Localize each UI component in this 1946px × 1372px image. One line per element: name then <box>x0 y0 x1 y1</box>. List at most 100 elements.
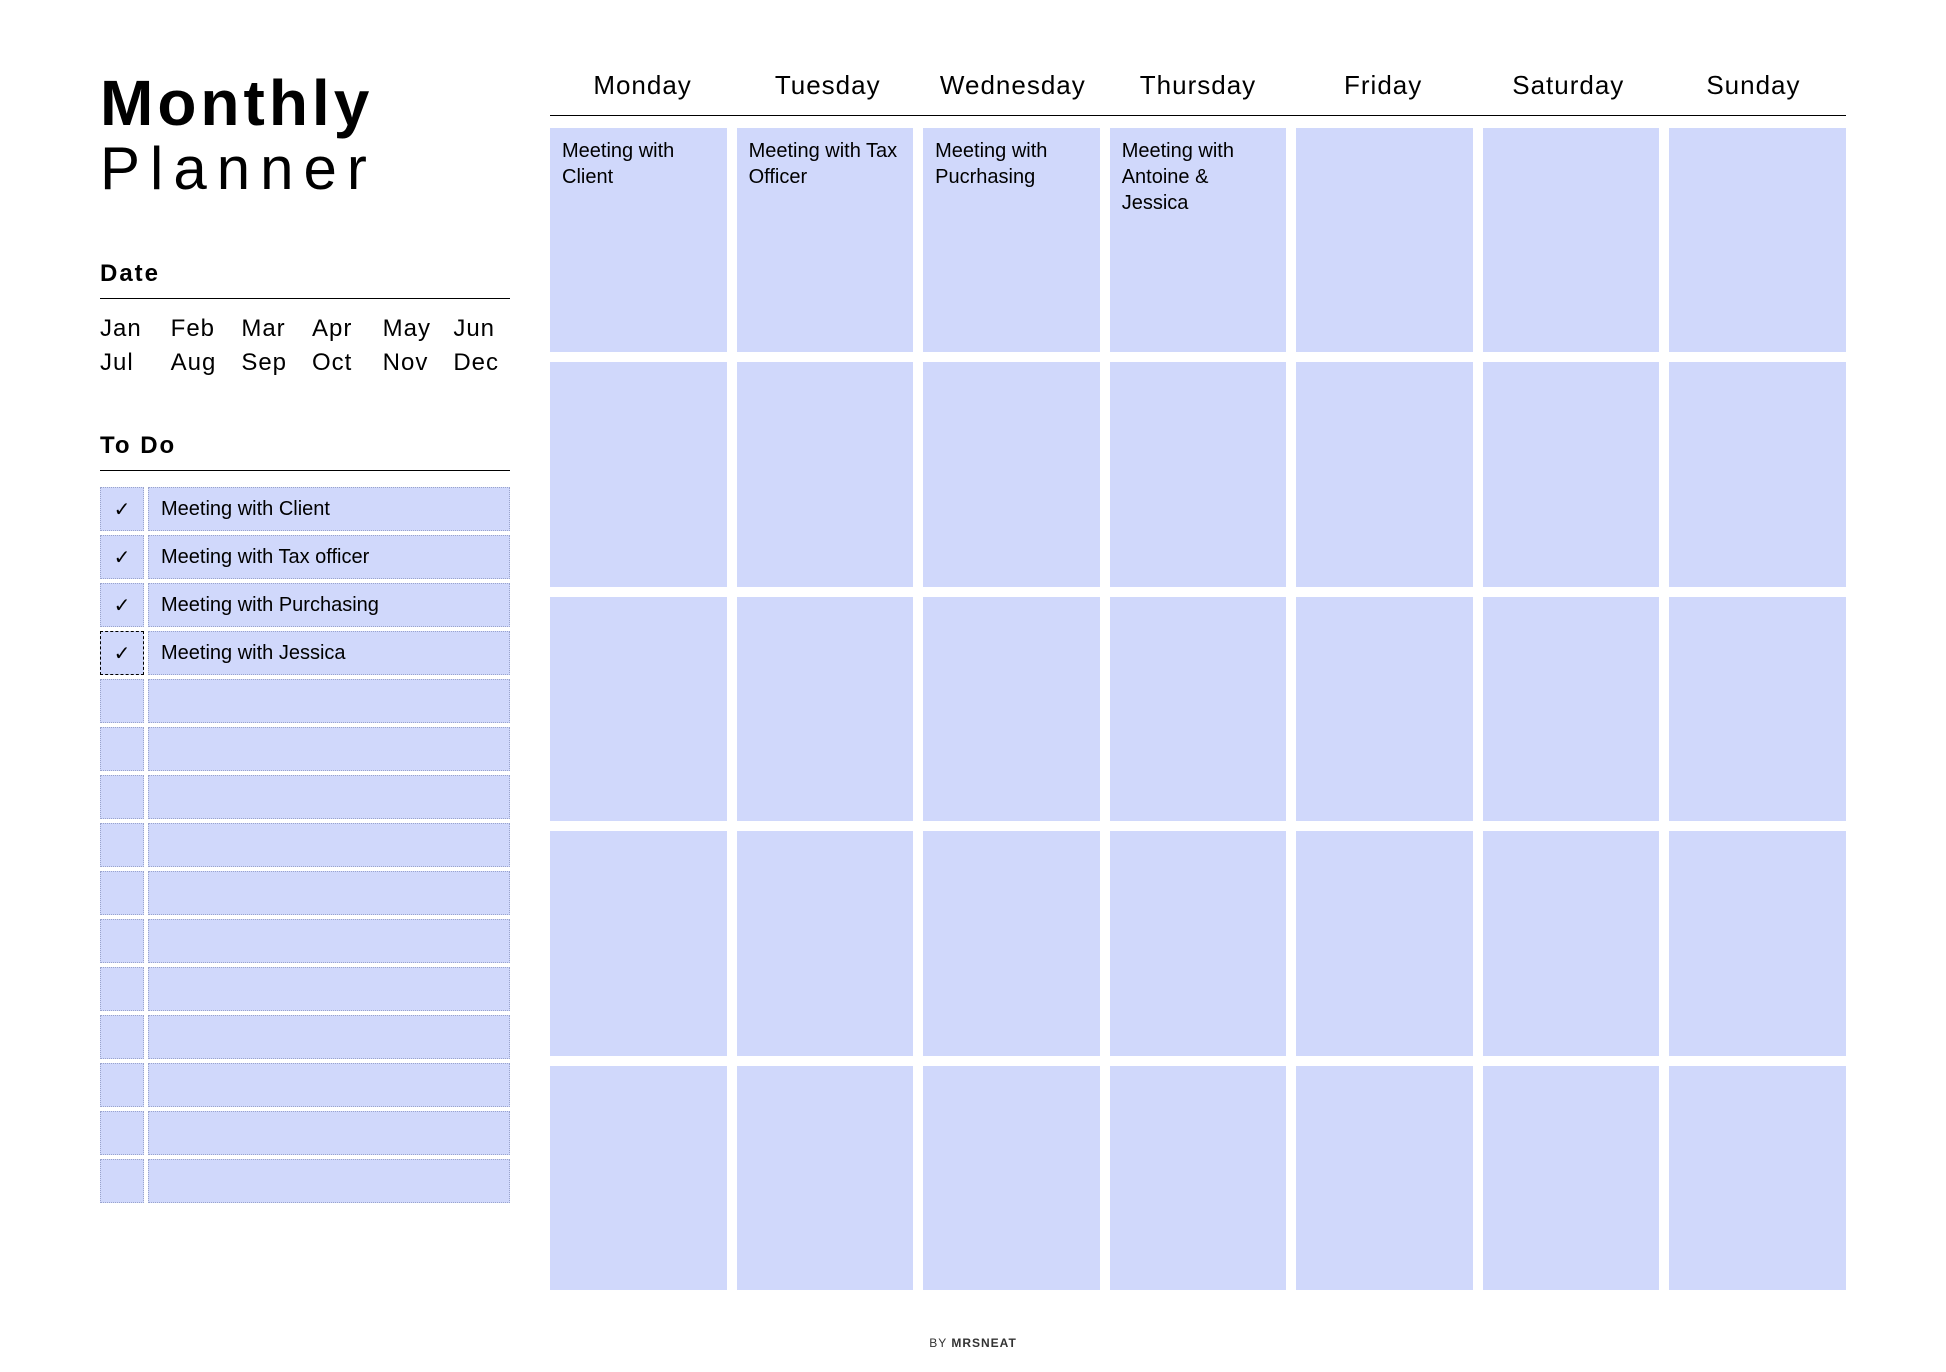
todo-text[interactable]: Meeting with Purchasing <box>148 583 510 627</box>
todo-text[interactable] <box>148 919 510 963</box>
todo-checkbox[interactable]: ✓ <box>100 535 144 579</box>
month-aug[interactable]: Aug <box>171 349 228 377</box>
day-header: Sunday <box>1661 70 1846 101</box>
todo-text[interactable] <box>148 1063 510 1107</box>
todo-list: ✓Meeting with Client✓Meeting with Tax of… <box>100 487 510 1203</box>
calendar-cell[interactable] <box>1296 362 1473 586</box>
todo-checkbox[interactable] <box>100 1063 144 1107</box>
todo-checkbox[interactable]: ✓ <box>100 631 144 675</box>
todo-text[interactable]: Meeting with Jessica <box>148 631 510 675</box>
calendar-cell[interactable] <box>1296 1066 1473 1290</box>
month-oct[interactable]: Oct <box>312 349 369 377</box>
calendar-cell[interactable] <box>1296 128 1473 352</box>
todo-text[interactable] <box>148 727 510 771</box>
todo-checkbox[interactable]: ✓ <box>100 487 144 531</box>
todo-checkbox[interactable] <box>100 823 144 867</box>
calendar-grid: Meeting with ClientMeeting with Tax Offi… <box>550 128 1846 1290</box>
calendar-cell[interactable]: Meeting with Pucrhasing <box>923 128 1100 352</box>
todo-label: To Do <box>100 432 510 471</box>
footer-by: BY <box>929 1336 951 1350</box>
todo-checkbox[interactable] <box>100 679 144 723</box>
title-line-2: Planner <box>100 137 510 200</box>
todo-row: ✓Meeting with Tax officer <box>100 535 510 579</box>
calendar-cell[interactable] <box>1669 362 1846 586</box>
calendar-cell[interactable] <box>737 362 914 586</box>
month-nov[interactable]: Nov <box>383 349 440 377</box>
day-header: Saturday <box>1476 70 1661 101</box>
todo-row <box>100 871 510 915</box>
calendar-cell[interactable] <box>550 362 727 586</box>
calendar-cell[interactable] <box>923 1066 1100 1290</box>
todo-text[interactable] <box>148 679 510 723</box>
calendar-cell[interactable] <box>1483 128 1660 352</box>
calendar-cell[interactable] <box>1110 1066 1287 1290</box>
calendar-cell[interactable] <box>1296 831 1473 1055</box>
todo-row <box>100 1159 510 1203</box>
calendar-cell[interactable] <box>550 1066 727 1290</box>
todo-text[interactable] <box>148 967 510 1011</box>
calendar-cell[interactable] <box>1669 128 1846 352</box>
day-header: Wednesday <box>920 70 1105 101</box>
todo-checkbox[interactable] <box>100 1015 144 1059</box>
calendar-cell[interactable] <box>1296 597 1473 821</box>
todo-text[interactable] <box>148 1111 510 1155</box>
calendar-cell[interactable] <box>923 362 1100 586</box>
todo-row <box>100 727 510 771</box>
todo-text[interactable] <box>148 775 510 819</box>
calendar-cell[interactable] <box>1483 597 1660 821</box>
month-may[interactable]: May <box>383 315 440 343</box>
calendar-cell[interactable] <box>923 597 1100 821</box>
footer-brand: MRSNEAT <box>951 1336 1016 1350</box>
day-header: Thursday <box>1105 70 1290 101</box>
calendar-cell[interactable] <box>550 831 727 1055</box>
todo-checkbox[interactable] <box>100 775 144 819</box>
calendar-cell[interactable] <box>1110 362 1287 586</box>
calendar-cell[interactable] <box>1110 597 1287 821</box>
month-picker: Jan Feb Mar Apr May Jun Jul Aug Sep Oct Nov Dec <box>100 315 510 377</box>
calendar: MondayTuesdayWednesdayThursdayFridaySatu… <box>550 70 1846 1290</box>
todo-row <box>100 1063 510 1107</box>
calendar-cell[interactable]: Meeting with Tax Officer <box>737 128 914 352</box>
todo-checkbox[interactable] <box>100 1159 144 1203</box>
calendar-cell[interactable]: Meeting with Client <box>550 128 727 352</box>
calendar-cell[interactable] <box>737 597 914 821</box>
todo-text[interactable] <box>148 823 510 867</box>
calendar-cell[interactable] <box>1483 362 1660 586</box>
calendar-cell[interactable] <box>1669 1066 1846 1290</box>
month-jul[interactable]: Jul <box>100 349 157 377</box>
todo-checkbox[interactable] <box>100 871 144 915</box>
month-apr[interactable]: Apr <box>312 315 369 343</box>
todo-checkbox[interactable] <box>100 1111 144 1155</box>
todo-text[interactable]: Meeting with Client <box>148 487 510 531</box>
todo-text[interactable]: Meeting with Tax officer <box>148 535 510 579</box>
month-dec[interactable]: Dec <box>453 349 510 377</box>
calendar-cell[interactable] <box>1669 831 1846 1055</box>
date-label: Date <box>100 260 510 299</box>
todo-row <box>100 679 510 723</box>
calendar-cell[interactable]: Meeting with Antoine & Jessica <box>1110 128 1287 352</box>
todo-row <box>100 1015 510 1059</box>
calendar-cell[interactable] <box>550 597 727 821</box>
month-jan[interactable]: Jan <box>100 315 157 343</box>
calendar-cell[interactable] <box>923 831 1100 1055</box>
todo-text[interactable] <box>148 1015 510 1059</box>
month-feb[interactable]: Feb <box>171 315 228 343</box>
todo-checkbox[interactable]: ✓ <box>100 583 144 627</box>
page-title: Monthly Planner <box>100 70 510 200</box>
calendar-cell[interactable] <box>1669 597 1846 821</box>
calendar-cell[interactable] <box>1483 831 1660 1055</box>
month-mar[interactable]: Mar <box>241 315 298 343</box>
calendar-cell[interactable] <box>737 831 914 1055</box>
month-jun[interactable]: Jun <box>453 315 510 343</box>
todo-row: ✓Meeting with Client <box>100 487 510 531</box>
todo-text[interactable] <box>148 871 510 915</box>
todo-row <box>100 823 510 867</box>
calendar-cell[interactable] <box>737 1066 914 1290</box>
month-sep[interactable]: Sep <box>241 349 298 377</box>
calendar-cell[interactable] <box>1110 831 1287 1055</box>
todo-checkbox[interactable] <box>100 967 144 1011</box>
todo-text[interactable] <box>148 1159 510 1203</box>
todo-checkbox[interactable] <box>100 919 144 963</box>
todo-checkbox[interactable] <box>100 727 144 771</box>
calendar-cell[interactable] <box>1483 1066 1660 1290</box>
